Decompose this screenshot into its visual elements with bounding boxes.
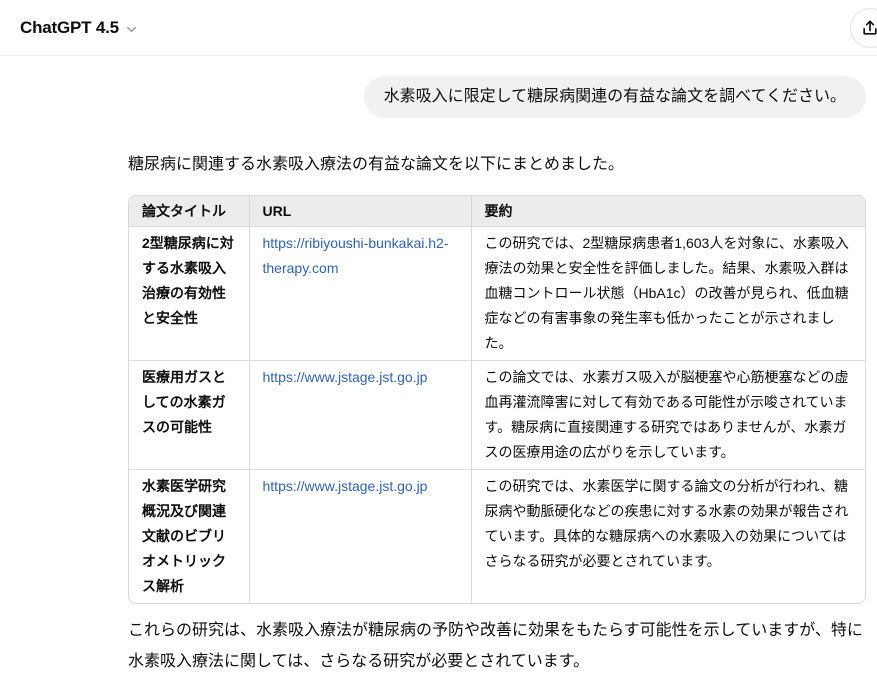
column-header-url: URL [249, 196, 471, 227]
column-header-title: 論文タイトル [129, 196, 249, 227]
paper-title: 水素医学研究概況及び関連文献のビブリオメトリックス解析 [129, 470, 249, 604]
share-button[interactable] [850, 8, 877, 48]
paper-url-link[interactable]: https://www.jstage.jst.go.jp [263, 478, 428, 494]
conversation-column: 水素吸入に限定して糖尿病関連の有益な論文を調べてください。 糖尿病に関連する水素… [128, 76, 866, 677]
table-header-row: 論文タイトル URL 要約 [129, 196, 865, 227]
user-message-bubble: 水素吸入に限定して糖尿病関連の有益な論文を調べてください。 [364, 76, 866, 118]
paper-summary: この論文では、水素ガス吸入が脳梗塞や心筋梗塞などの虚血再灌流障害に対して有効であ… [471, 361, 865, 470]
user-message-row: 水素吸入に限定して糖尿病関連の有益な論文を調べてください。 [128, 76, 866, 118]
paper-summary: この研究では、2型糖尿病患者1,603人を対象に、水素吸入療法の効果と安全性を評… [471, 227, 865, 361]
column-header-summary: 要約 [471, 196, 865, 227]
paper-title: 医療用ガスとしての水素ガスの可能性 [129, 361, 249, 470]
table-row: 2型糖尿病に対する水素吸入治療の有効性と安全性 https://ribiyous… [129, 227, 865, 361]
model-switcher[interactable]: ChatGPT 4.5 [20, 18, 139, 38]
assistant-intro-text: 糖尿病に関連する水素吸入療法の有益な論文を以下にまとめました。 [128, 151, 866, 179]
table-row: 水素医学研究概況及び関連文献のビブリオメトリックス解析 https://www.… [129, 470, 865, 604]
paper-url-cell: https://ribiyoushi-bunkakai.h2-therapy.c… [249, 227, 471, 361]
paper-summary: この研究では、水素医学に関する論文の分析が行われ、糖尿病や動脈硬化などの疾患に対… [471, 470, 865, 604]
table-row: 医療用ガスとしての水素ガスの可能性 https://www.jstage.jst… [129, 361, 865, 470]
model-label: ChatGPT 4.5 [20, 18, 119, 38]
paper-url-link[interactable]: https://www.jstage.jst.go.jp [263, 369, 428, 385]
top-bar: ChatGPT 4.5 [0, 0, 877, 56]
assistant-closing-text: これらの研究は、水素吸入療法が糖尿病の予防や改善に効果をもたらす可能性を示してい… [128, 615, 866, 677]
chevron-down-icon [124, 22, 139, 37]
papers-table: 論文タイトル URL 要約 2型糖尿病に対する水素吸入治療の有効性と安全性 ht… [128, 195, 866, 604]
paper-url-link[interactable]: https://ribiyoushi-bunkakai.h2-therapy.c… [263, 235, 449, 276]
share-upload-icon [860, 18, 877, 38]
paper-title: 2型糖尿病に対する水素吸入治療の有効性と安全性 [129, 227, 249, 361]
paper-url-cell: https://www.jstage.jst.go.jp [249, 361, 471, 470]
paper-url-cell: https://www.jstage.jst.go.jp [249, 470, 471, 604]
